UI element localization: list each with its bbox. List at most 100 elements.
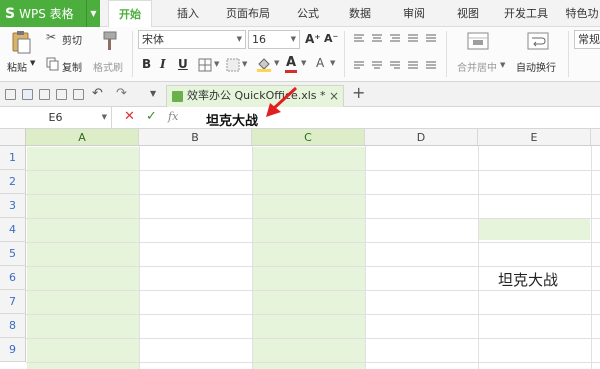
chevron-down-icon: ▼ [214,60,220,68]
underline-button[interactable]: U [178,57,188,71]
merge-center-button[interactable]: 合并居中 ▼ [452,30,505,78]
row-header-1[interactable]: 1 [0,146,26,170]
eraser-icon: A [316,56,325,70]
wps-logo-icon: S [5,5,16,22]
print-icon[interactable] [56,89,67,100]
wrap-text-icon [527,32,549,50]
paste-icon [12,31,31,54]
row-header-2[interactable]: 2 [0,170,26,194]
insert-function-button[interactable]: fx [168,110,178,123]
paste-label: 粘贴 [7,63,27,74]
copy-button[interactable]: 复制 [44,57,90,74]
fill-color-button[interactable]: ▼ [256,56,282,74]
redo-icon[interactable]: ↷ [116,86,127,101]
font-size-value: 16 [252,33,266,46]
tab-page-layout[interactable]: 页面布局 [220,0,276,27]
chevron-down-icon: ▼ [290,35,296,43]
cut-button[interactable]: ✂ 剪切 [44,30,90,47]
confirm-edit-button[interactable]: ✓ [146,109,157,124]
cancel-edit-button[interactable]: ✕ [124,109,135,124]
selected-cell-e4 [479,218,590,240]
column-header-a[interactable]: A [26,129,139,146]
row-divider [26,194,600,195]
font-grow-button[interactable]: A⁺ [305,32,321,46]
column-header-c[interactable]: C [252,129,365,146]
name-box[interactable]: E6 ▼ [0,107,112,128]
column-header-e[interactable]: E [478,129,591,146]
italic-button[interactable]: I [160,57,166,71]
cell-reference: E6 [48,111,63,124]
font-name-select[interactable]: 宋体 ▼ [138,30,246,49]
row-header-8[interactable]: 8 [0,314,26,338]
tab-data[interactable]: 数据 [342,0,378,27]
row-header-5[interactable]: 5 [0,242,26,266]
tab-view[interactable]: 视图 [450,0,486,27]
chevron-down-icon[interactable]: ▼ [150,89,156,98]
row-header-9[interactable]: 9 [0,338,26,362]
font-shrink-button[interactable]: A⁻ [324,32,338,45]
cut-label: 剪切 [62,36,82,47]
cell-style-icon [226,58,240,72]
tab-formula[interactable]: 公式 [290,0,326,27]
new-tab-button[interactable]: + [352,83,365,102]
formula-input[interactable]: 坦克大战 [206,110,258,129]
bold-button[interactable]: B [142,57,151,71]
format-painter-button[interactable]: 格式刷 [92,30,128,78]
row-divider [26,170,600,171]
close-icon[interactable]: × [329,86,339,106]
annotation-arrow-icon [266,86,298,117]
row-header-3[interactable]: 3 [0,194,26,218]
cell-e6[interactable]: 坦克大战 [498,269,558,290]
tab-insert[interactable]: 插入 [170,0,206,27]
undo-icon[interactable]: ↶ [92,86,103,101]
select-all-corner[interactable] [0,129,26,146]
merge-center-label: 合并居中 [457,63,497,74]
selected-column-c [253,147,365,369]
column-divider [139,146,140,369]
cell-style-button[interactable]: ▼ [226,58,252,72]
font-color-icon: A [286,55,297,70]
tab-developer[interactable]: 开发工具 [500,0,552,27]
font-color-swatch [285,70,297,73]
borders-button[interactable]: ▼ [198,58,224,72]
chevron-down-icon: ▼ [242,60,248,68]
row-header-7[interactable]: 7 [0,290,26,314]
font-size-select[interactable]: 16 ▼ [248,30,300,49]
row-header-6[interactable]: 6 [0,266,26,290]
format-painter-label: 格式刷 [93,63,123,74]
column-header-d[interactable]: D [365,129,478,146]
row-divider [26,290,600,291]
clear-format-button[interactable]: A ▼ [314,56,340,74]
ribbon-divider [132,31,133,77]
document-title: 效率办公 QuickOffice.xls * [187,89,326,102]
print-preview-icon[interactable] [39,89,50,100]
ribbon-divider [344,31,345,77]
chevron-down-icon[interactable]: ▼ [86,0,100,27]
paste-button[interactable]: 粘贴 ▼ [6,30,36,78]
tab-home[interactable]: 开始 [108,0,152,28]
column-header-f[interactable] [591,129,600,146]
tab-special[interactable]: 特色功 [562,0,600,27]
wrap-text-button[interactable]: 自动换行 [512,30,564,78]
row-header-4[interactable]: 4 [0,218,26,242]
open-folder-icon[interactable] [5,89,16,100]
column-header-b[interactable]: B [139,129,252,146]
chevron-down-icon: ▼ [301,59,307,67]
ribbon-home: 粘贴 ▼ ✂ 剪切 复制 格式刷 宋体 ▼ 16 ▼ A⁺ A⁻ B I U ▼… [0,27,600,82]
column-divider [478,146,479,369]
ribbon-divider [446,31,447,77]
merge-cells-icon [467,32,489,50]
tab-review[interactable]: 审阅 [396,0,432,27]
app-menu-button[interactable]: S WPS 表格 ▼ [0,0,100,27]
chevron-down-icon: ▼ [274,59,280,67]
chevron-down-icon: ▼ [30,59,36,67]
number-format-select[interactable]: 常规 [574,30,600,49]
spreadsheet-grid: A B C D E 1 2 3 4 5 6 7 8 9 坦克大战 [0,129,600,369]
tab-document[interactable]: 效率办公 QuickOffice.xls * × [166,85,344,107]
wrap-text-label: 自动换行 [516,63,556,74]
column-divider [591,146,592,369]
export-pdf-icon[interactable] [73,89,84,100]
paintbrush-icon [103,31,117,50]
save-icon[interactable] [22,89,33,100]
font-color-button[interactable]: A ▼ [284,55,310,75]
